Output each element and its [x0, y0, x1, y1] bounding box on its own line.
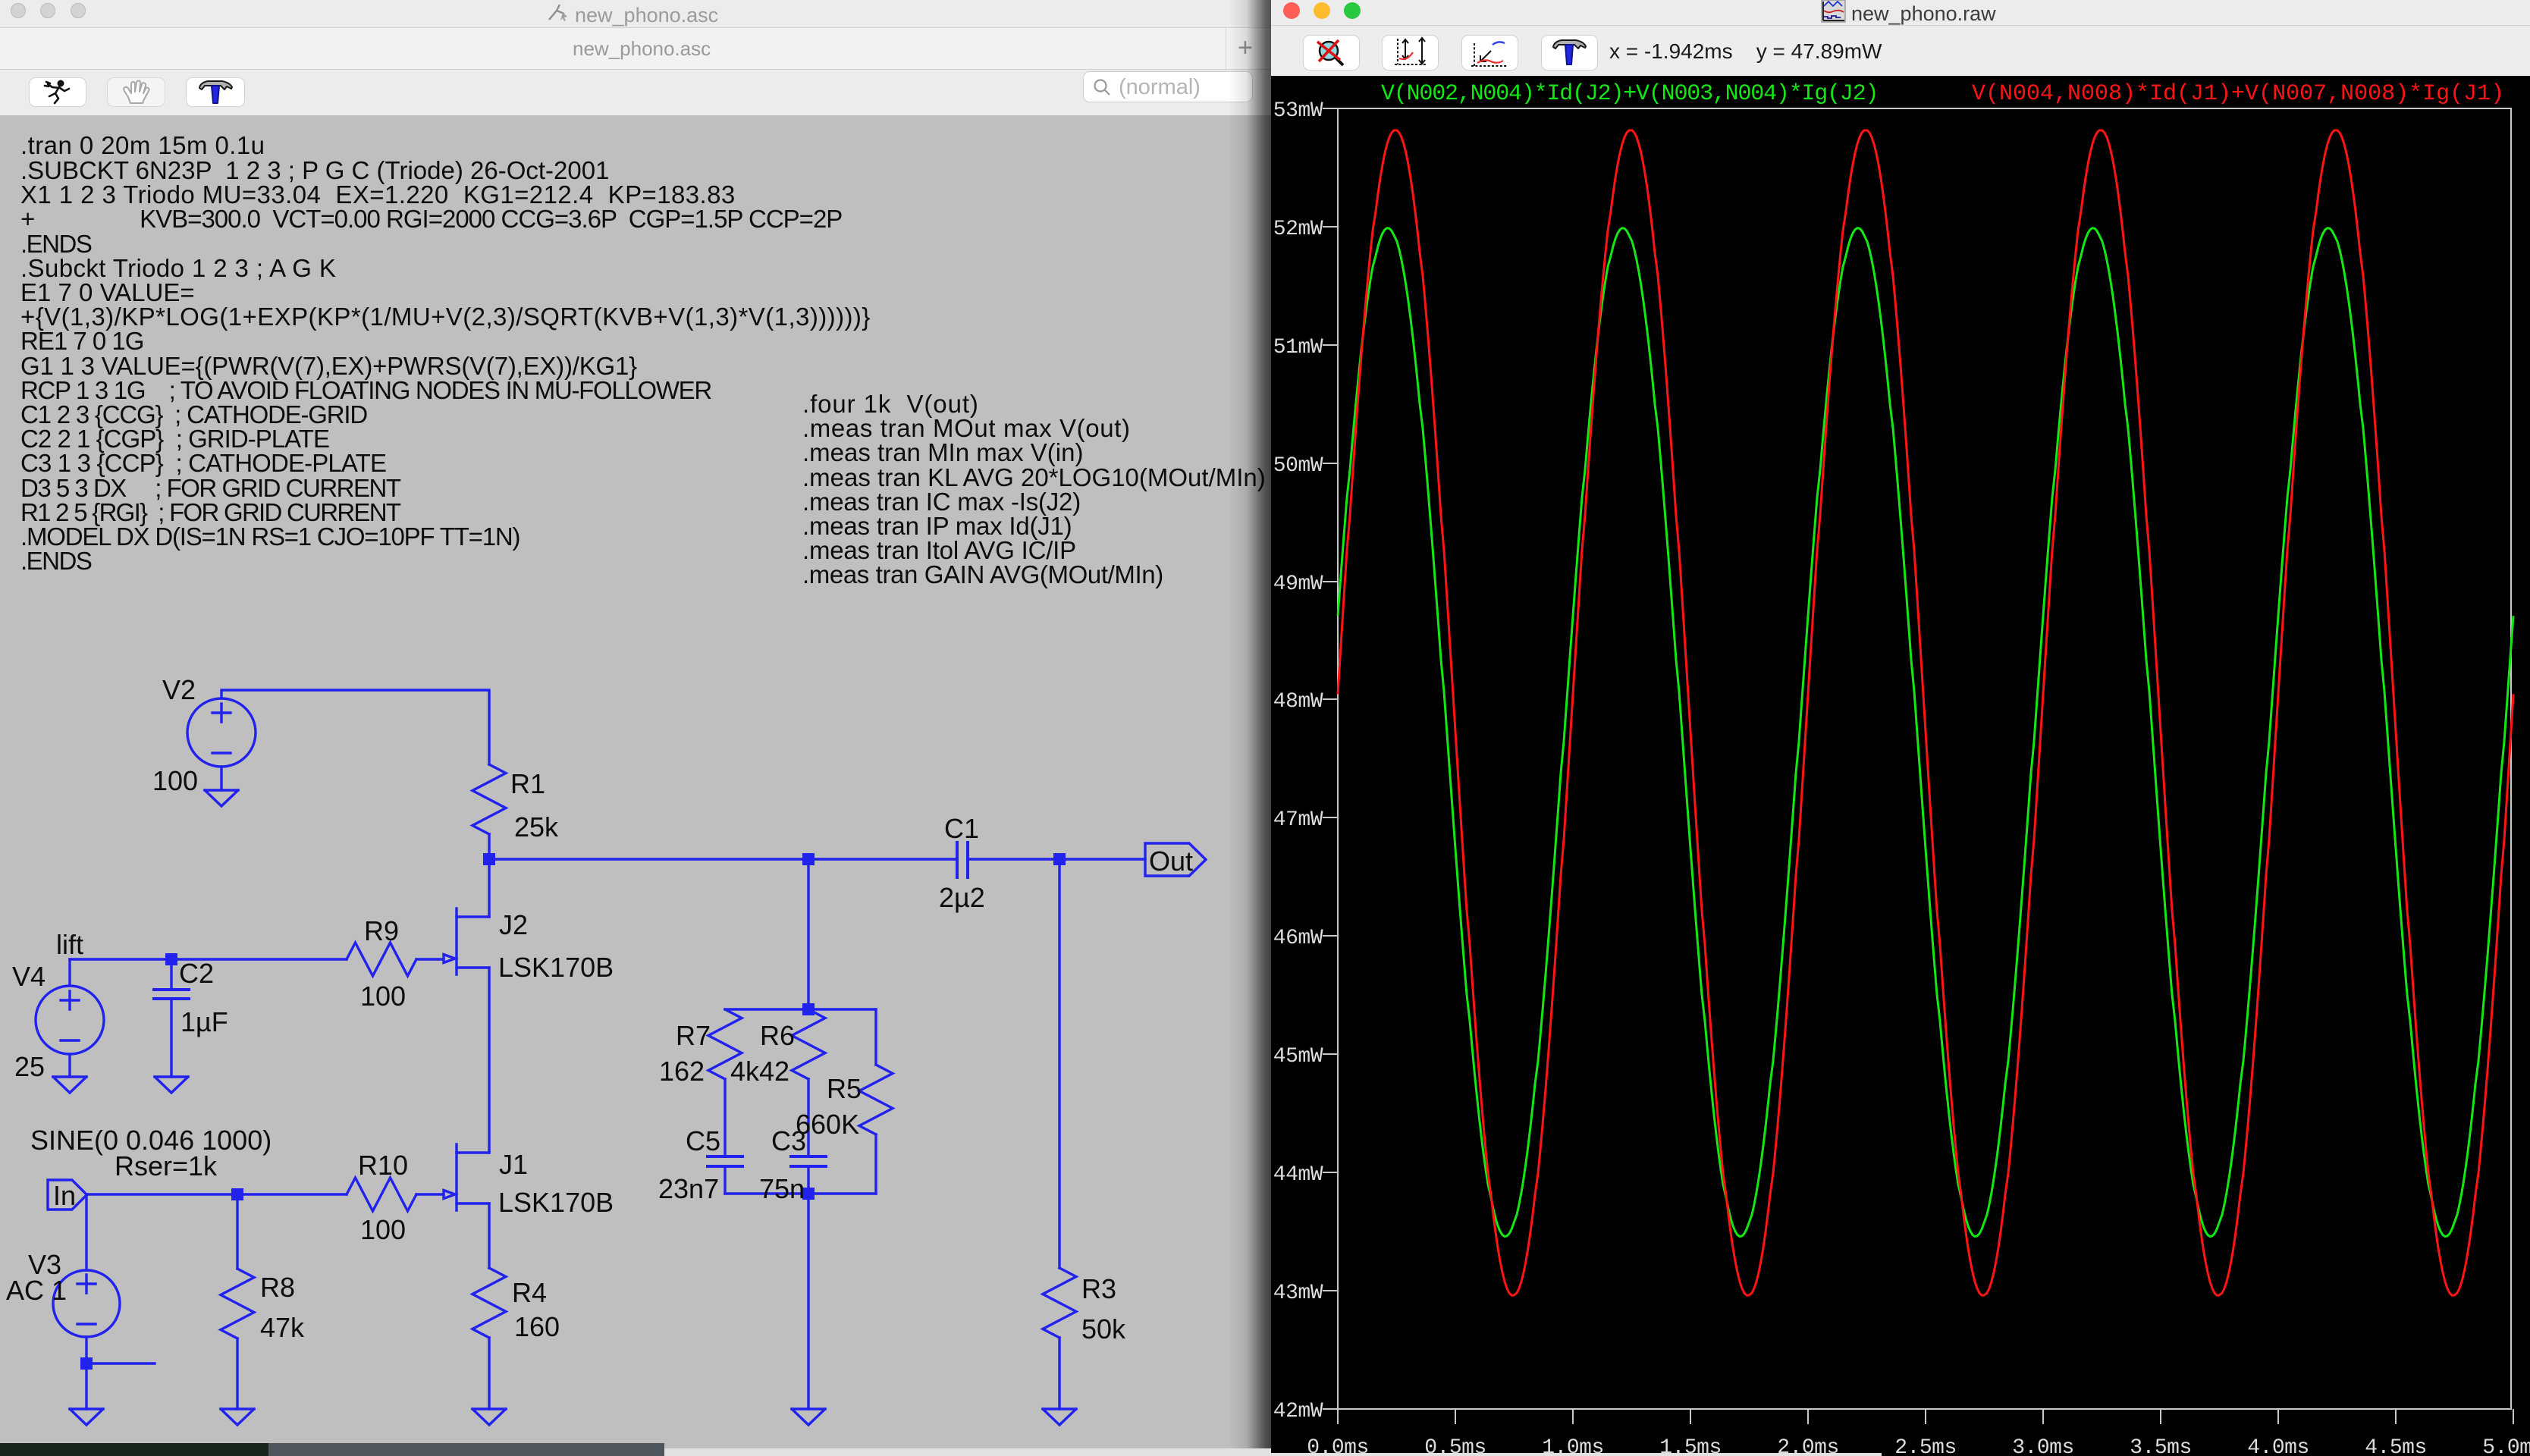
- svg-text:4.0ms: 4.0ms: [2247, 1436, 2309, 1456]
- svg-text:V(N002,N004)*Id(J2)+V(N003,N00: V(N002,N004)*Id(J2)+V(N003,N004)*Ig(J2): [1381, 81, 1878, 107]
- svg-text:J2: J2: [499, 909, 528, 940]
- svg-text:V(N004,N008)*Id(J1)+V(N007,N00: V(N004,N008)*Id(J1)+V(N007,N008)*Ig(J1): [1972, 81, 2504, 107]
- svg-text:R3: R3: [1081, 1273, 1116, 1304]
- svg-text:100: 100: [360, 1214, 406, 1245]
- svg-text:R5: R5: [827, 1073, 862, 1104]
- svg-text:5.0ms: 5.0ms: [2482, 1436, 2530, 1456]
- svg-text:3.0ms: 3.0ms: [2012, 1436, 2074, 1456]
- svg-text:47k: 47k: [260, 1312, 305, 1343]
- svg-text:J1: J1: [499, 1149, 528, 1180]
- svg-text:2.5ms: 2.5ms: [1894, 1436, 1957, 1456]
- svg-text:53mW: 53mW: [1273, 99, 1323, 123]
- svg-text:51mW: 51mW: [1273, 336, 1323, 359]
- svg-text:AC 1: AC 1: [6, 1275, 67, 1306]
- svg-text:C3: C3: [771, 1125, 806, 1156]
- svg-text:47mW: 47mW: [1273, 808, 1323, 832]
- svg-text:R6: R6: [760, 1020, 795, 1051]
- svg-text:50mW: 50mW: [1273, 454, 1323, 478]
- svg-text:49mW: 49mW: [1273, 573, 1323, 596]
- svg-text:R7: R7: [676, 1020, 711, 1051]
- svg-text:4.5ms: 4.5ms: [2365, 1436, 2427, 1456]
- svg-text:48mW: 48mW: [1273, 690, 1323, 714]
- svg-text:C5: C5: [686, 1125, 720, 1156]
- svg-text:4k42: 4k42: [730, 1056, 789, 1087]
- svg-text:Out: Out: [1149, 846, 1193, 877]
- svg-text:25k: 25k: [514, 811, 559, 843]
- svg-text:Rser=1k: Rser=1k: [115, 1150, 218, 1181]
- svg-text:45mW: 45mW: [1273, 1045, 1323, 1068]
- svg-text:C1: C1: [944, 813, 979, 844]
- svg-text:23n7: 23n7: [658, 1173, 719, 1204]
- svg-text:LSK170B: LSK170B: [498, 1187, 614, 1218]
- svg-text:R10: R10: [358, 1150, 408, 1181]
- svg-text:R9: R9: [364, 915, 399, 946]
- svg-text:44mW: 44mW: [1273, 1163, 1323, 1187]
- svg-text:75n: 75n: [759, 1173, 805, 1204]
- svg-text:100: 100: [152, 765, 198, 796]
- svg-text:V2: V2: [162, 674, 196, 705]
- svg-text:162: 162: [659, 1056, 705, 1087]
- svg-text:lift: lift: [56, 929, 83, 960]
- svg-text:R4: R4: [512, 1277, 547, 1308]
- svg-text:42mW: 42mW: [1273, 1400, 1323, 1423]
- svg-text:52mW: 52mW: [1273, 218, 1323, 241]
- svg-text:R1: R1: [510, 768, 545, 799]
- svg-text:C2: C2: [179, 958, 214, 989]
- svg-text:2µ2: 2µ2: [939, 882, 985, 913]
- svg-text:3.5ms: 3.5ms: [2130, 1436, 2192, 1456]
- svg-text:V4: V4: [12, 961, 46, 992]
- svg-text:43mW: 43mW: [1273, 1282, 1323, 1305]
- svg-text:R8: R8: [260, 1272, 295, 1303]
- svg-text:46mW: 46mW: [1273, 927, 1323, 950]
- svg-text:100: 100: [360, 981, 406, 1012]
- svg-text:160: 160: [514, 1311, 560, 1342]
- svg-text:LSK170B: LSK170B: [498, 952, 614, 983]
- svg-text:In: In: [53, 1180, 76, 1211]
- svg-text:1µF: 1µF: [180, 1006, 228, 1037]
- svg-text:50k: 50k: [1081, 1313, 1126, 1345]
- svg-text:25: 25: [14, 1051, 45, 1082]
